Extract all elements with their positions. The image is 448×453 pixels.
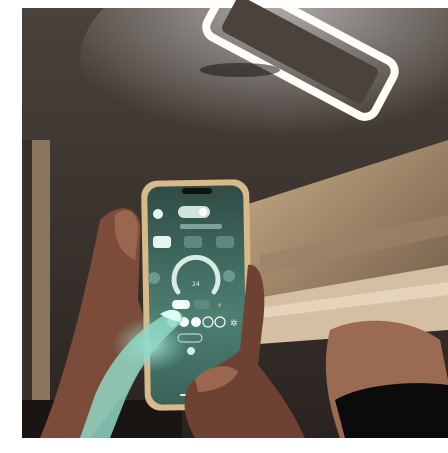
toggle-knob <box>199 208 207 216</box>
dial-value: 24 <box>192 281 200 288</box>
sun-icon[interactable] <box>153 236 171 248</box>
minus-button[interactable] <box>148 272 160 284</box>
preset-pill[interactable] <box>194 300 210 309</box>
bolt-icon: ⚡ <box>217 301 223 310</box>
left-pillar-shadow <box>22 140 32 440</box>
dynamic-island <box>182 188 212 194</box>
device-label <box>180 224 222 229</box>
preset-pill-active[interactable] <box>172 300 190 309</box>
plus-button[interactable] <box>223 270 235 282</box>
photo-scene: 24 ⚡ ✲ <box>0 0 448 453</box>
app-logo-icon <box>153 209 163 219</box>
color-dot-3[interactable] <box>191 317 201 327</box>
settings-icon[interactable]: ✲ <box>230 319 238 329</box>
bottom-icon[interactable] <box>187 347 195 355</box>
photo-bottom-border <box>0 438 448 453</box>
moon-icon[interactable] <box>184 236 202 248</box>
bulb-icon[interactable] <box>216 236 234 248</box>
light-shadow <box>200 63 280 77</box>
